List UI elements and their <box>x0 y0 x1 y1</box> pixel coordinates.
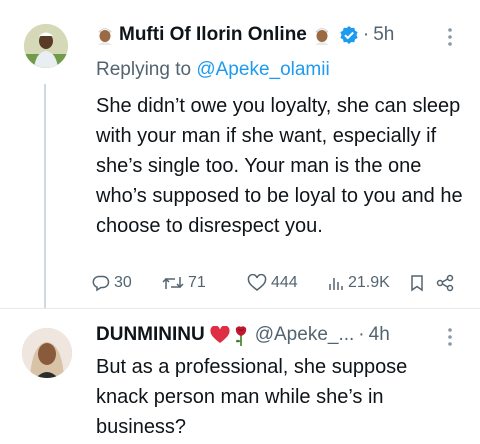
timestamp[interactable]: 4h <box>369 324 390 346</box>
views-icon <box>329 278 343 290</box>
author-name[interactable]: Mufti Of Ilorin Online <box>119 24 307 46</box>
views-button[interactable]: 21.9K <box>328 274 390 292</box>
tweet-actions: 30 71 444 21.9K <box>92 274 468 298</box>
retweet-count: 71 <box>188 274 206 291</box>
reply-icon <box>92 275 110 292</box>
avatar[interactable] <box>22 328 72 378</box>
retweet-icon <box>162 277 184 289</box>
views-count: 21.9K <box>348 274 390 291</box>
more-icon[interactable] <box>448 328 452 351</box>
reply-button[interactable]: 30 <box>92 274 132 292</box>
verified-badge-icon <box>339 25 359 45</box>
like-button[interactable]: 444 <box>247 274 298 292</box>
tweet-dunmininu[interactable]: DUNMININU @Apeke_... · 4h But as a profe… <box>0 310 480 444</box>
bookmark-icon <box>411 275 423 292</box>
reply-count: 30 <box>114 274 132 291</box>
replying-to: Replying to @Apeke_olamii <box>96 59 330 81</box>
author-name[interactable]: DUNMININU <box>96 324 205 346</box>
separator-dot: · <box>358 324 365 345</box>
author-handle[interactable]: @Apeke_... <box>255 324 355 346</box>
tweet-mufti[interactable]: Mufti Of Ilorin Online · 5h Replying to … <box>0 0 480 308</box>
avatar[interactable] <box>24 24 68 68</box>
like-count: 444 <box>271 274 298 291</box>
thread-line <box>44 84 46 308</box>
share-button[interactable] <box>436 274 458 292</box>
man-with-cap-emoji <box>313 25 331 45</box>
timestamp[interactable]: 5h <box>373 24 394 46</box>
retweet-button[interactable]: 71 <box>162 274 206 292</box>
tweet-header: Mufti Of Ilorin Online · 5h <box>96 24 394 46</box>
tweet-body: But as a professional, she suppose knack… <box>96 356 408 438</box>
divider <box>0 308 480 309</box>
separator-dot: · <box>362 24 370 45</box>
replying-prefix: Replying to <box>96 59 192 80</box>
bookmark-button[interactable] <box>410 274 428 292</box>
replying-handle-link[interactable]: @Apeke_olamii <box>196 59 329 80</box>
like-icon <box>247 274 267 291</box>
tweet-header: DUNMININU @Apeke_... · 4h <box>96 324 390 346</box>
tweet-body: She didn’t owe you loyalty, she can slee… <box>96 95 463 237</box>
rose-emoji <box>233 324 249 346</box>
red-heart-emoji <box>210 325 230 344</box>
man-with-cap-emoji <box>96 25 114 45</box>
share-icon <box>436 274 454 292</box>
more-icon[interactable] <box>448 28 452 51</box>
